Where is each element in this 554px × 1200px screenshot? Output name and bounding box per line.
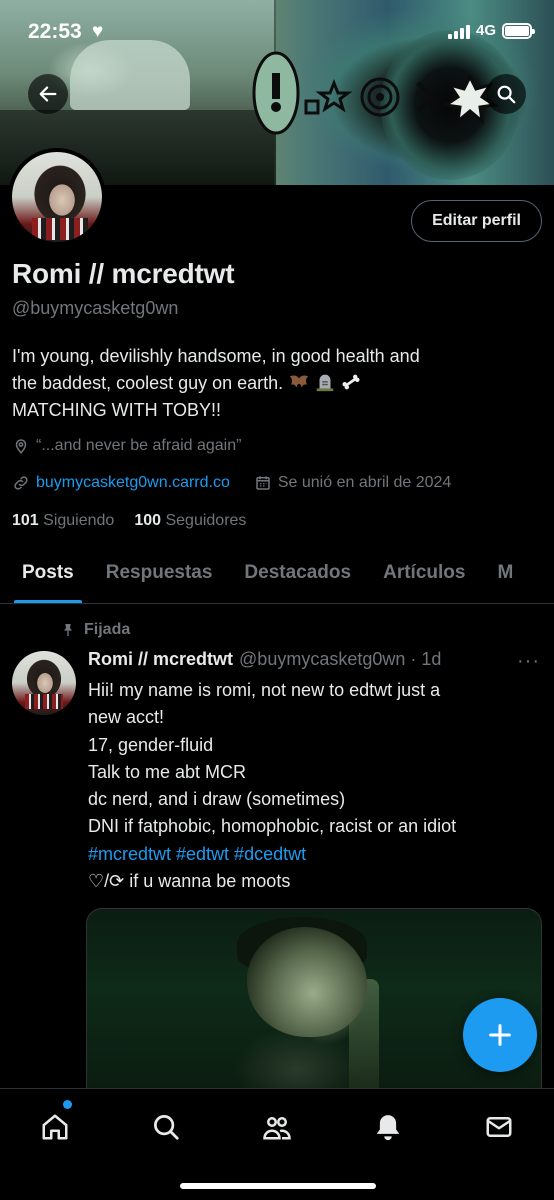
post-hashtags[interactable]: #mcredtwt #edtwt #dcedtwt [88, 841, 546, 868]
bat-emoji-icon [290, 375, 309, 388]
follow-stats: 101 Siguiendo 100 Seguidores [12, 512, 246, 530]
location-text: “...and never be afraid again” [36, 437, 242, 454]
search-button[interactable] [486, 74, 526, 114]
display-name: Romi // mcredtwt [12, 258, 235, 289]
status-time: 22:53 [28, 20, 82, 43]
website-joined-row: buymycasketg0wn.carrd.co Se unió en abri… [12, 474, 451, 492]
home-icon [42, 1114, 68, 1140]
nav-search[interactable] [144, 1105, 188, 1149]
bio-line-3: MATCHING WITH TOBY!! [12, 400, 222, 420]
following-link[interactable]: 101 Siguiendo [12, 512, 114, 530]
search-icon [154, 1115, 179, 1140]
status-bar: 22:53 ♥ 4G [0, 0, 554, 66]
heart-icon: ♥ [92, 21, 104, 42]
post-line: DNI if fatphobic, homophobic, racist or … [88, 816, 457, 837]
plus-icon [489, 1024, 511, 1046]
nav-messages[interactable] [477, 1105, 521, 1149]
post-line: new acct! [88, 707, 165, 728]
post-author-handle: @buymycasketg0wn · 1d [239, 649, 442, 669]
website-link[interactable]: buymycasketg0wn.carrd.co [36, 474, 230, 492]
people-icon [263, 1117, 291, 1140]
joined-date: Se unió en abril de 2024 [277, 474, 452, 491]
signal-icon [447, 23, 470, 39]
more-options-icon[interactable]: ··· [517, 650, 540, 673]
post-body: Hii! my name is romi, not new to edtwt j… [88, 677, 546, 895]
post-line: dc nerd, and i draw (sometimes) [88, 789, 346, 810]
bio-line-2-text: the baddest, coolest guy on earth. [12, 373, 284, 393]
back-button[interactable] [28, 74, 68, 114]
nav-notifications[interactable] [366, 1105, 410, 1149]
bio-line-2: the baddest, coolest guy on earth. [12, 370, 542, 397]
link-icon [14, 476, 28, 490]
network-type: 4G [475, 22, 496, 39]
profile-handle: @buymycasketg0wn [12, 298, 179, 318]
tab-media[interactable]: M [481, 548, 529, 603]
post-line: Talk to me abt MCR [88, 761, 247, 782]
followers-link[interactable]: 100 Seguidores [134, 512, 246, 530]
compose-post-button[interactable] [463, 998, 537, 1072]
edit-profile-button[interactable]: Editar perfil [411, 200, 542, 242]
pinned-label: Fijada [60, 621, 130, 639]
following-label: Siguiendo [43, 512, 115, 529]
post-line: 17, gender-fluid [88, 734, 214, 755]
post-author-name[interactable]: Romi // mcredtwt [88, 649, 233, 670]
battery-icon [502, 22, 535, 39]
location-pin-icon [15, 439, 27, 454]
pin-icon [64, 624, 72, 636]
post-avatar[interactable] [12, 651, 76, 715]
bell-icon [376, 1115, 400, 1141]
location-row: “...and never be afraid again” [12, 437, 241, 455]
tab-highlights[interactable]: Destacados [228, 548, 367, 603]
tab-posts[interactable]: Posts [0, 548, 90, 603]
post-header: Romi // mcredtwt @buymycasketg0wn · 1d [88, 649, 441, 670]
tab-articles[interactable]: Artículos [367, 548, 481, 603]
headstone-emoji-icon [316, 374, 334, 392]
nav-communities[interactable] [255, 1105, 299, 1149]
post-line: ♡/⟳ if u wanna be moots [88, 871, 291, 892]
search-icon [497, 85, 516, 104]
following-count: 101 [12, 512, 39, 529]
pinned-text: Fijada [84, 621, 131, 638]
bio-line-1: I'm young, devilishly handsome, in good … [12, 346, 420, 366]
profile-tabs: Posts Respuestas Destacados Artículos M [0, 548, 554, 604]
post-line: Hii! my name is romi, not new to edtwt j… [88, 680, 441, 700]
home-indicator [180, 1183, 376, 1189]
nav-home[interactable] [33, 1105, 77, 1149]
bone-emoji-icon [342, 374, 360, 390]
profile-avatar[interactable] [8, 148, 106, 246]
status-indicators: 4G [447, 22, 535, 39]
followers-label: Seguidores [165, 512, 247, 529]
followers-count: 100 [134, 512, 162, 529]
profile-bio: I'm young, devilishly handsome, in good … [12, 343, 542, 424]
notification-dot [63, 1100, 72, 1109]
envelope-icon [486, 1117, 512, 1137]
calendar-icon [256, 476, 270, 490]
tab-replies[interactable]: Respuestas [90, 548, 229, 603]
arrow-left-icon [39, 86, 57, 102]
